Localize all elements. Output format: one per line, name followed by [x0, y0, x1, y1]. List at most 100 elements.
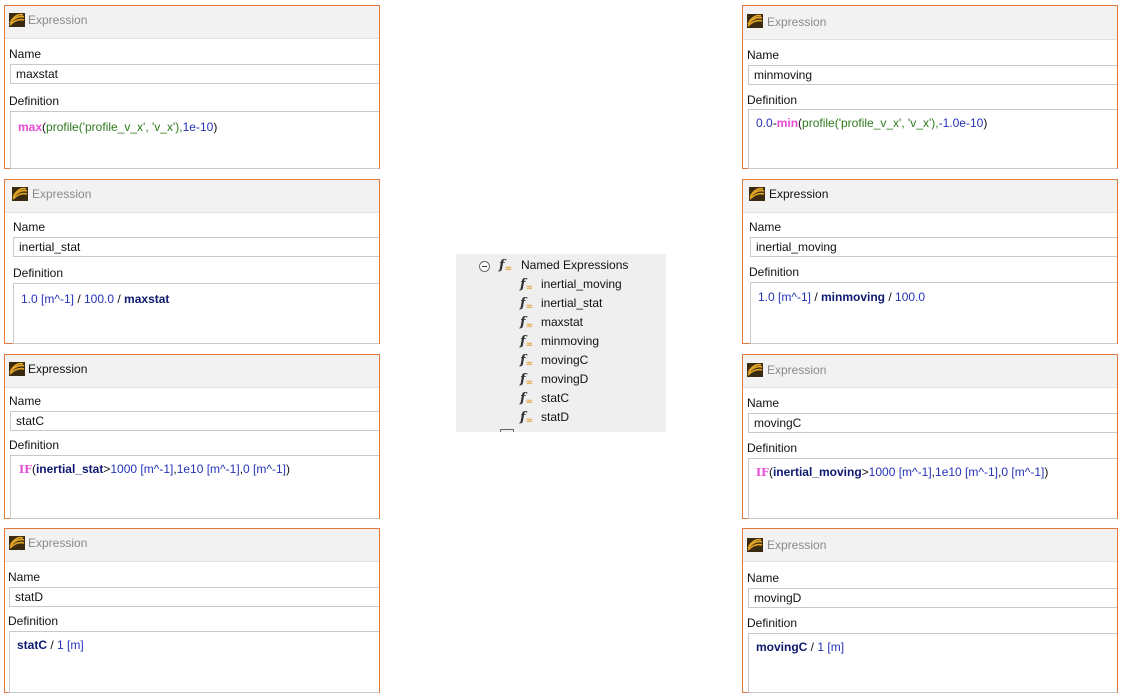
name-field[interactable]: movingD [748, 588, 1117, 608]
panel-title: Expression [28, 362, 88, 376]
fx-icon: f∞ [499, 258, 513, 274]
number-token: 1e-10 [182, 120, 214, 134]
tree-item-label: statD [541, 410, 570, 424]
paren-token: ), [175, 120, 183, 134]
panel-header: Expression [743, 180, 1117, 213]
tree-item-label: inertial_moving [541, 277, 622, 291]
definition-field[interactable]: 0.0-min(profile('profile_v_x', 'v_x'),-1… [748, 109, 1117, 169]
name-field[interactable]: maxstat [10, 64, 379, 84]
name-field[interactable]: statC [10, 411, 379, 431]
string-token: 'v_x' [908, 116, 932, 130]
definition-expression: 0.0-min(profile('profile_v_x', 'v_x'),-1… [756, 116, 987, 130]
string-token: 'v_x' [152, 120, 176, 134]
definition-field[interactable]: movingC / 1 [m] [748, 633, 1117, 693]
definition-expression: 1.0 [m^-1] / minmoving / 100.0 [758, 290, 925, 304]
tree-item-label: minmoving [541, 334, 600, 348]
name-value: statC [16, 414, 45, 428]
tree-item[interactable]: f∞ movingC [456, 351, 666, 370]
string-token: 'profile_v_x' [838, 116, 902, 130]
number-token: 1.0 [m^-1] [758, 290, 811, 304]
tree-item-label: movingD [541, 372, 589, 386]
ansys-logo-icon [12, 187, 28, 201]
name-label: Name [747, 571, 780, 585]
operator-token: / [807, 640, 818, 654]
collapse-icon[interactable] [479, 261, 490, 272]
panel-title: Expression [769, 187, 829, 201]
definition-field[interactable]: max(profile('profile_v_x', 'v_x'),1e-10) [10, 111, 379, 169]
name-value: statD [15, 590, 44, 604]
fx-icon: f∞ [520, 277, 534, 293]
tree-item[interactable]: f∞ statD [456, 408, 666, 427]
definition-expression: statC / 1 [m] [17, 638, 84, 652]
tree-root-label: Named Expressions [521, 258, 629, 272]
panel-title: Expression [767, 538, 827, 552]
panel-title: Expression [32, 187, 92, 201]
variable-token: minmoving [821, 290, 886, 304]
name-label: Name [9, 47, 42, 61]
number-token: 1 [m] [817, 640, 845, 654]
named-expressions-tree: f∞ Named Expressions f∞ inertial_moving … [456, 254, 666, 432]
ansys-logo-icon [749, 187, 765, 201]
variable-token: statC [17, 638, 48, 652]
name-label: Name [8, 570, 41, 584]
expression-panel-movingd: Expression Name movingD Definition movin… [742, 528, 1118, 693]
definition-field[interactable]: 1.0 [m^-1] / minmoving / 100.0 [750, 282, 1117, 344]
function-token: max [18, 120, 43, 134]
operator-token: / [885, 290, 896, 304]
variable-token: movingC [756, 640, 808, 654]
name-field[interactable]: statD [9, 587, 379, 607]
operator-token: / [810, 290, 821, 304]
fx-icon: f∞ [520, 296, 534, 312]
tree-item[interactable]: f∞ statC [456, 389, 666, 408]
definition-expression: IF(inertial_moving>1000 [m^-1],1e10 [m^-… [756, 465, 1048, 480]
definition-label: Definition [747, 93, 798, 107]
fx-icon: f∞ [520, 334, 534, 350]
function-token: profile( [802, 116, 839, 130]
tree-item[interactable]: f∞ movingD [456, 370, 666, 389]
definition-label: Definition [9, 438, 60, 452]
number-token: 1e10 [m^-1] [935, 465, 999, 479]
fx-icon: f∞ [520, 315, 534, 331]
definition-field[interactable]: statC / 1 [m] [9, 631, 379, 693]
tree-item-label: statC [541, 391, 570, 405]
paren-token: ), [931, 116, 939, 130]
name-label: Name [9, 394, 42, 408]
tree-item-label: movingC [541, 353, 589, 367]
name-field[interactable]: inertial_stat [13, 237, 379, 257]
definition-label: Definition [747, 441, 798, 455]
name-field[interactable]: minmoving [748, 65, 1117, 85]
definition-label: Definition [747, 616, 798, 630]
tree-item[interactable]: f∞ minmoving [456, 332, 666, 351]
function-token: min [776, 116, 799, 130]
number-token: 100.0 [895, 290, 926, 304]
tree-item[interactable]: f∞ inertial_moving [456, 275, 666, 294]
number-token: 1e10 [m^-1] [176, 462, 240, 476]
number-token: 1.0 [m^-1] [21, 292, 74, 306]
number-token: 0 [m^-1] [243, 462, 287, 476]
expression-panel-movingc: Expression Name movingC Definition IF(in… [742, 354, 1118, 519]
definition-field[interactable]: IF(inertial_moving>1000 [m^-1],1e10 [m^-… [748, 458, 1117, 519]
name-value: minmoving [754, 68, 813, 82]
name-label: Name [13, 220, 46, 234]
name-field[interactable]: inertial_moving [750, 237, 1117, 257]
paren-token: ) [286, 462, 291, 476]
expand-icon[interactable] [500, 429, 514, 432]
ansys-logo-icon [9, 362, 25, 376]
tree-item[interactable]: f∞ inertial_stat [456, 294, 666, 313]
ansys-logo-icon [747, 363, 763, 377]
tree-root-named-expressions[interactable]: f∞ Named Expressions [456, 256, 666, 275]
panel-header: Expression [743, 529, 1117, 562]
variable-token: maxstat [124, 292, 170, 306]
variable-token: inertial_stat [35, 462, 104, 476]
name-value: movingD [754, 591, 802, 605]
panel-title: Expression [28, 536, 88, 550]
function-token: IF [19, 463, 32, 476]
panel-header: Expression [5, 180, 379, 213]
expression-panel-maxstat: Expression Name maxstat Definition max(p… [4, 5, 380, 169]
definition-field[interactable]: IF(inertial_stat>1000 [m^-1],1e10 [m^-1]… [10, 455, 379, 519]
name-field[interactable]: movingC [748, 413, 1117, 433]
definition-field[interactable]: 1.0 [m^-1] / 100.0 / maxstat [13, 283, 379, 344]
tree-item[interactable]: f∞ maxstat [456, 313, 666, 332]
panel-header: Expression [743, 6, 1117, 40]
fx-icon: f∞ [520, 391, 534, 407]
